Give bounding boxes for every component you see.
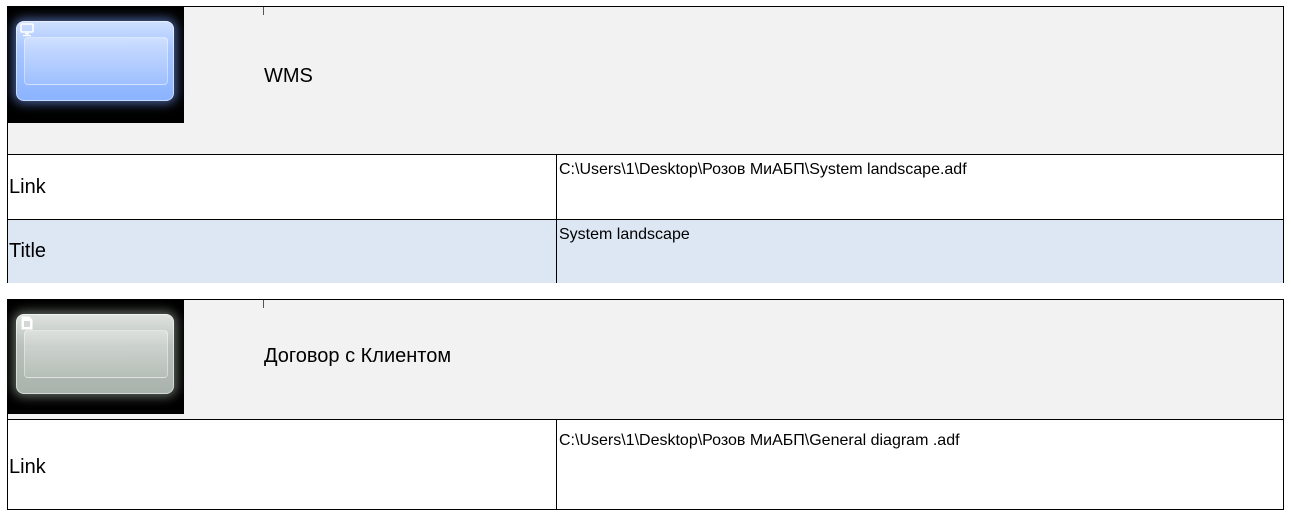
table-row: Link C:\Users\1\Desktop\Розов МиАБП\Gene… bbox=[8, 420, 1283, 509]
object-thumbnail[interactable] bbox=[8, 300, 184, 414]
card-title: Договор с Клиентом bbox=[264, 345, 452, 367]
header-tick bbox=[263, 300, 264, 308]
object-card-contract: Договор с Клиентом Link C:\Users\1\Deskt… bbox=[7, 299, 1284, 510]
row-value-link[interactable]: C:\Users\1\Desktop\Розов МиАБП\System la… bbox=[557, 155, 1283, 219]
row-label: Link bbox=[8, 155, 557, 219]
table-row: Title System landscape bbox=[8, 219, 1283, 283]
row-value-link[interactable]: C:\Users\1\Desktop\Розов МиАБП\General d… bbox=[557, 420, 1283, 509]
card-header: WMS bbox=[8, 7, 1283, 155]
row-label: Title bbox=[8, 220, 557, 283]
object-card-wms: WMS Link C:\Users\1\Desktop\Розов МиАБП\… bbox=[7, 6, 1284, 283]
object-thumbnail[interactable] bbox=[8, 7, 184, 123]
table-row: Link C:\Users\1\Desktop\Розов МиАБП\Syst… bbox=[8, 155, 1283, 219]
document-icon bbox=[20, 316, 34, 330]
row-value-title: System landscape bbox=[559, 226, 690, 243]
header-tick bbox=[263, 7, 264, 15]
row-label: Link bbox=[8, 420, 557, 509]
card-header: Договор с Клиентом bbox=[8, 300, 1283, 420]
monitor-icon bbox=[20, 23, 34, 37]
thumbnail-shine bbox=[24, 330, 168, 378]
thumbnail-shine bbox=[24, 37, 168, 85]
card-title: WMS bbox=[264, 65, 313, 87]
